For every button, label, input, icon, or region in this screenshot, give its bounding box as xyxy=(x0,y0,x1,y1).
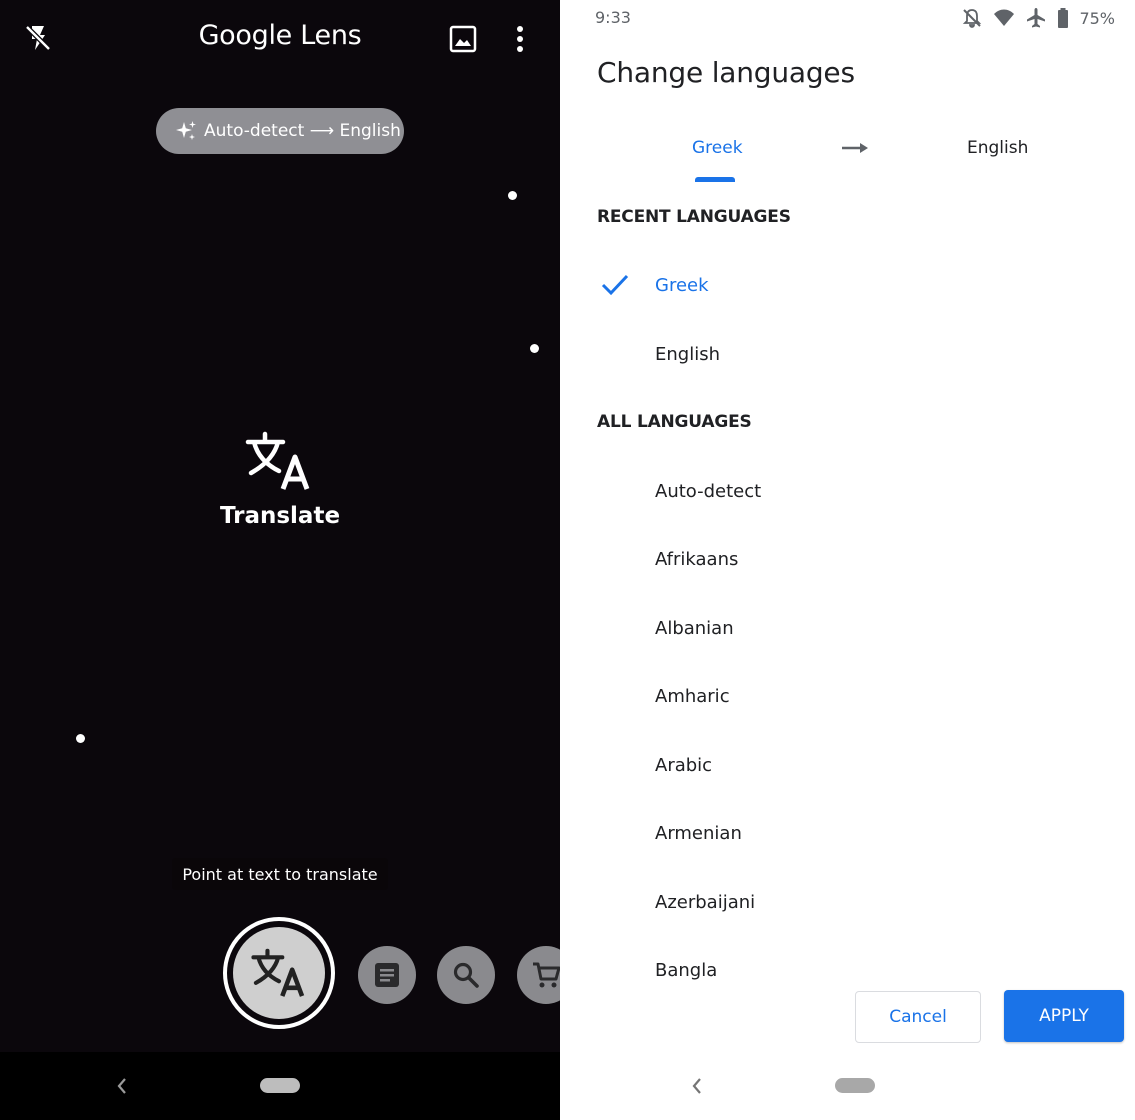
cancel-button[interactable]: Cancel xyxy=(855,991,981,1043)
text-document-icon xyxy=(375,963,399,987)
language-option-albanian[interactable]: Albanian xyxy=(655,618,734,639)
lens-camera-screen: Google Lens Auto-detect ⟶ English Transl… xyxy=(0,0,560,1120)
home-pill[interactable] xyxy=(835,1078,875,1093)
more-vert-icon[interactable] xyxy=(508,22,532,56)
back-icon[interactable] xyxy=(690,1076,704,1096)
airplane-mode-icon xyxy=(1027,8,1046,28)
language-option-azerbaijani[interactable]: Azerbaijani xyxy=(655,892,755,913)
shopping-cart-icon xyxy=(533,962,560,988)
feature-point xyxy=(76,734,85,743)
navigation-bar xyxy=(0,1052,560,1120)
tab-indicator xyxy=(695,177,735,182)
image-icon[interactable] xyxy=(448,24,478,54)
back-icon[interactable] xyxy=(115,1076,129,1096)
search-icon xyxy=(453,962,479,988)
tab-source-language[interactable]: Greek xyxy=(692,138,743,158)
apply-button[interactable]: APPLY xyxy=(1004,990,1124,1042)
shutter-button[interactable] xyxy=(223,917,335,1029)
language-option-arabic[interactable]: Arabic xyxy=(655,755,712,776)
language-pill-label: Auto-detect ⟶ English xyxy=(204,121,401,141)
language-option-greek[interactable]: Greek xyxy=(655,275,709,296)
notifications-off-icon xyxy=(963,9,982,28)
recent-languages-header: RECENT LANGUAGES xyxy=(597,207,791,227)
battery-percent: 75% xyxy=(1079,8,1115,28)
language-option-armenian[interactable]: Armenian xyxy=(655,823,742,844)
change-languages-dialog: 9:33 75% Change languages Greek English … xyxy=(560,0,1135,1120)
navigation-bar xyxy=(560,1052,1135,1120)
language-selector-pill[interactable]: Auto-detect ⟶ English xyxy=(156,108,404,154)
language-option-auto-detect[interactable]: Auto-detect xyxy=(655,481,761,502)
text-mode-button[interactable] xyxy=(358,946,416,1004)
translate-icon xyxy=(251,948,305,997)
all-languages-header: ALL LANGUAGES xyxy=(597,412,752,432)
dialog-title: Change languages xyxy=(597,56,855,89)
arrow-right-icon xyxy=(842,143,868,153)
hint-tooltip: Point at text to translate xyxy=(172,858,388,890)
sparkle-icon xyxy=(176,121,196,140)
language-option-afrikaans[interactable]: Afrikaans xyxy=(655,549,738,570)
wifi-icon xyxy=(994,9,1015,26)
status-time: 9:33 xyxy=(595,8,631,27)
status-bar-icons: 75% xyxy=(961,6,1115,30)
feature-point xyxy=(530,344,539,353)
feature-point xyxy=(508,191,517,200)
language-option-bangla[interactable]: Bangla xyxy=(655,960,717,981)
translate-icon xyxy=(245,431,310,490)
tab-target-language[interactable]: English xyxy=(967,138,1028,158)
mode-label: Translate xyxy=(219,503,341,529)
check-icon xyxy=(601,274,629,296)
home-pill[interactable] xyxy=(260,1078,300,1093)
language-option-english[interactable]: English xyxy=(655,344,720,365)
battery-icon xyxy=(1058,8,1069,28)
search-mode-button[interactable] xyxy=(437,946,495,1004)
shopping-mode-button[interactable] xyxy=(517,946,560,1004)
language-option-amharic[interactable]: Amharic xyxy=(655,686,730,707)
